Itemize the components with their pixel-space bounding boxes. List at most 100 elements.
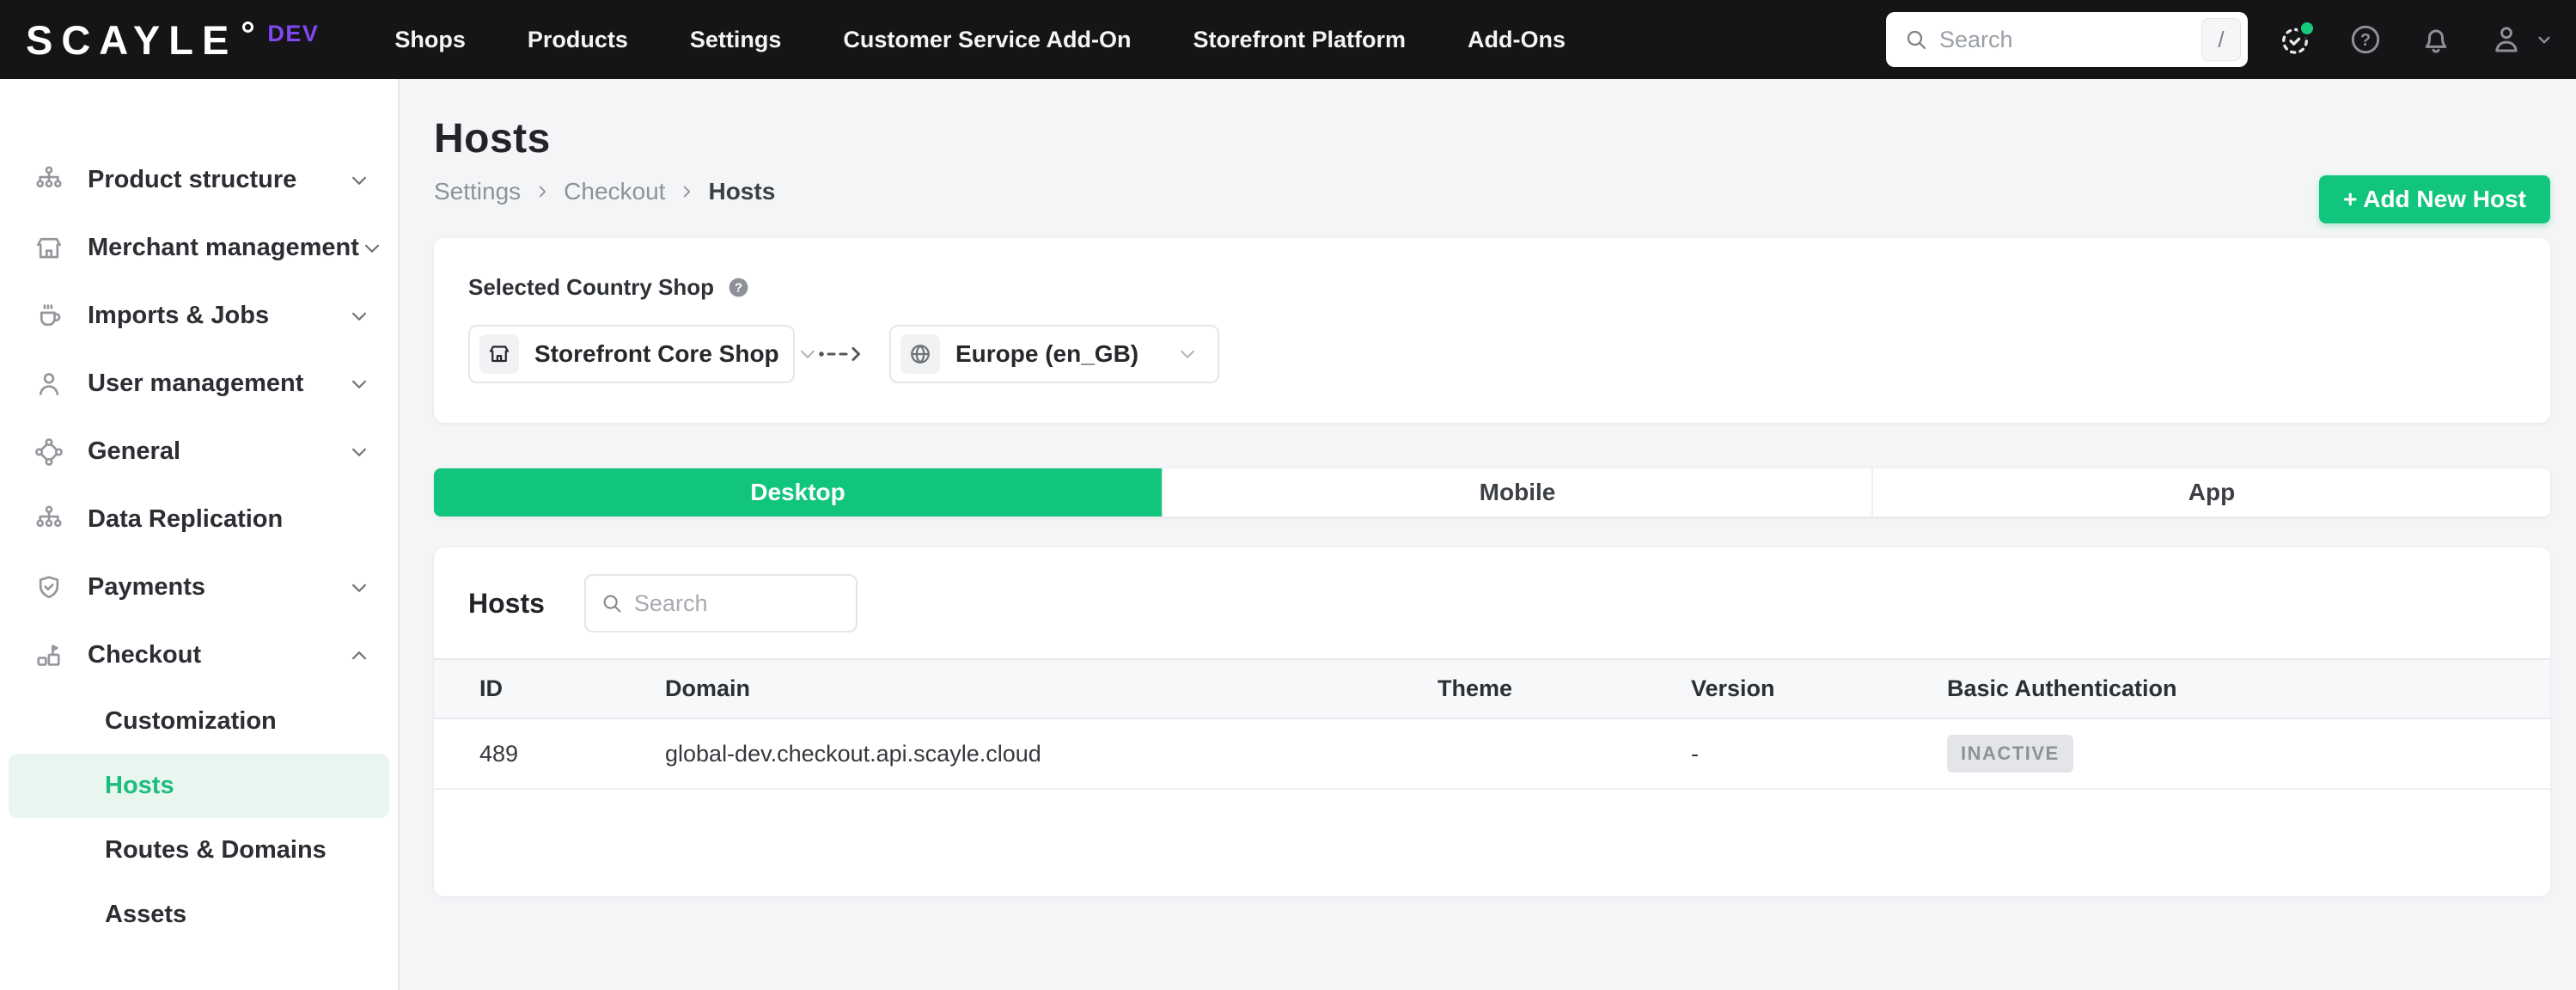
column-header-basic-auth: Basic Authentication xyxy=(1947,675,2177,701)
column-header-domain: Domain xyxy=(665,675,751,701)
help-icon[interactable]: ? xyxy=(2347,21,2384,58)
sidebar-item-data-replication[interactable]: Data Replication xyxy=(0,486,398,553)
chevron-down-icon xyxy=(346,439,372,465)
shop-icon xyxy=(479,334,519,374)
storefront-icon xyxy=(33,232,65,265)
dashed-arrow-icon xyxy=(817,345,867,363)
nodes-icon xyxy=(33,436,65,468)
device-tabs: Desktop Mobile App xyxy=(434,468,2550,516)
search-icon xyxy=(600,591,624,615)
account-icon xyxy=(2495,27,2518,52)
notifications-bell-icon[interactable] xyxy=(2418,21,2454,58)
shop-selector-card: Selected Country Shop ? Storefront Core … xyxy=(434,238,2550,423)
nav-item-settings[interactable]: Settings xyxy=(690,27,782,53)
breadcrumb-hosts: Hosts xyxy=(708,178,776,205)
table-header: ID Domain Theme Version Basic Authentica… xyxy=(434,658,2550,719)
hierarchy-icon xyxy=(33,164,65,197)
status-dot-icon xyxy=(2298,19,2317,38)
sidebar-item-label: User management xyxy=(88,370,304,397)
hosts-panel-title: Hosts xyxy=(468,587,545,619)
sidebar-item-hosts[interactable]: Hosts xyxy=(9,754,389,818)
tab-mobile[interactable]: Mobile xyxy=(1162,468,1871,516)
chevron-down-icon xyxy=(346,168,372,193)
svg-text:?: ? xyxy=(735,281,742,296)
svg-text:?: ? xyxy=(2360,31,2371,50)
sidebar-item-user-management[interactable]: User management xyxy=(0,350,398,418)
account-menu[interactable] xyxy=(2488,21,2555,58)
column-header-version: Version xyxy=(1691,675,1775,701)
main-content: Hosts Settings Checkout Hosts + Add New … xyxy=(401,79,2576,990)
brand-logo[interactable]: SCAYLE DEV xyxy=(26,20,319,60)
global-search[interactable]: / xyxy=(1886,12,2248,67)
sidebar-item-label: Product structure xyxy=(88,166,297,193)
coffee-icon xyxy=(33,300,65,333)
chevron-down-icon xyxy=(359,235,385,261)
nav-item-customer-service-addon[interactable]: Customer Service Add-On xyxy=(843,27,1131,53)
brand-ring-icon xyxy=(242,21,254,33)
nav-item-add-ons[interactable]: Add-Ons xyxy=(1468,27,1566,53)
cell-domain: global-dev.checkout.api.scayle.cloud xyxy=(665,740,1041,767)
sidebar-item-imports-jobs[interactable]: Imports & Jobs xyxy=(0,282,398,350)
chevron-right-icon xyxy=(677,182,696,201)
hierarchy-icon xyxy=(33,504,65,536)
env-badge: DEV xyxy=(267,20,320,46)
hosts-table-card: Hosts ID Domain Theme Version Basic Auth… xyxy=(434,547,2550,896)
search-icon xyxy=(1903,27,1929,52)
brand-name: SCAYLE xyxy=(26,16,238,63)
table-row[interactable]: 489 global-dev.checkout.api.scayle.cloud… xyxy=(434,719,2550,790)
hosts-search[interactable] xyxy=(583,574,858,632)
system-status-icon[interactable] xyxy=(2277,19,2317,58)
hosts-search-input[interactable] xyxy=(633,590,844,617)
page-title: Hosts xyxy=(434,116,551,162)
column-header-id: ID xyxy=(479,675,503,701)
nav-item-shops[interactable]: Shops xyxy=(394,27,466,53)
chevron-down-icon xyxy=(1175,341,1200,367)
cell-id: 489 xyxy=(479,740,519,767)
sidebar-item-label: General xyxy=(88,437,180,465)
column-header-theme: Theme xyxy=(1438,675,1513,701)
chevron-right-icon xyxy=(533,182,552,201)
sidebar-item-assets[interactable]: Assets xyxy=(0,883,398,947)
sidebar-item-merchant-management[interactable]: Merchant management xyxy=(0,214,398,282)
shop-selector-label: Selected Country Shop xyxy=(468,274,715,300)
sidebar-item-label: Imports & Jobs xyxy=(88,302,270,329)
navbar-icons: ? xyxy=(2277,0,2555,79)
sidebar-item-general[interactable]: General xyxy=(0,418,398,486)
status-badge: INACTIVE xyxy=(1947,735,2073,773)
payments-icon xyxy=(33,571,65,604)
chevron-down-icon xyxy=(346,371,372,397)
chevron-down-icon xyxy=(2538,36,2550,44)
chevron-up-icon xyxy=(346,643,372,669)
cell-version: - xyxy=(1691,740,1699,767)
tab-app[interactable]: App xyxy=(1871,468,2550,516)
sidebar-item-checkout[interactable]: Checkout xyxy=(0,621,398,689)
sidebar-item-label: Merchant management xyxy=(88,234,359,261)
breadcrumb: Settings Checkout Hosts xyxy=(434,178,2550,205)
user-icon xyxy=(33,368,65,400)
tab-desktop[interactable]: Desktop xyxy=(434,468,1162,516)
sidebar-item-label: Payments xyxy=(88,573,206,601)
breadcrumb-settings[interactable]: Settings xyxy=(434,178,521,205)
checkout-icon xyxy=(33,639,65,672)
chevron-down-icon xyxy=(346,303,372,329)
top-navbar: SCAYLE DEV Shops Products Settings Custo… xyxy=(0,0,2576,79)
sidebar-item-payments[interactable]: Payments xyxy=(0,553,398,621)
sidebar-item-routes-domains[interactable]: Routes & Domains xyxy=(0,818,398,883)
sidebar-item-label: Checkout xyxy=(88,641,202,669)
help-filled-icon[interactable]: ? xyxy=(726,275,751,300)
sidebar: Product structure Merchant management Im… xyxy=(0,79,400,990)
country-dropdown[interactable]: Europe (en_GB) xyxy=(889,325,1219,383)
main-nav: Shops Products Settings Customer Service… xyxy=(394,27,1566,53)
shop-dropdown[interactable]: Storefront Core Shop xyxy=(468,325,815,383)
sidebar-item-label: Data Replication xyxy=(88,505,284,533)
nav-item-products[interactable]: Products xyxy=(528,27,628,53)
add-new-host-button[interactable]: + Add New Host xyxy=(2319,175,2550,223)
breadcrumb-checkout[interactable]: Checkout xyxy=(564,178,665,205)
nav-item-storefront-platform[interactable]: Storefront Platform xyxy=(1193,27,1407,53)
globe-icon xyxy=(900,334,940,374)
sidebar-item-customization[interactable]: Customization xyxy=(0,689,398,754)
global-search-input[interactable] xyxy=(1939,26,2201,53)
sidebar-item-product-structure[interactable]: Product structure xyxy=(0,146,398,214)
country-dropdown-value: Europe (en_GB) xyxy=(955,340,1139,367)
chevron-down-icon xyxy=(346,575,372,601)
